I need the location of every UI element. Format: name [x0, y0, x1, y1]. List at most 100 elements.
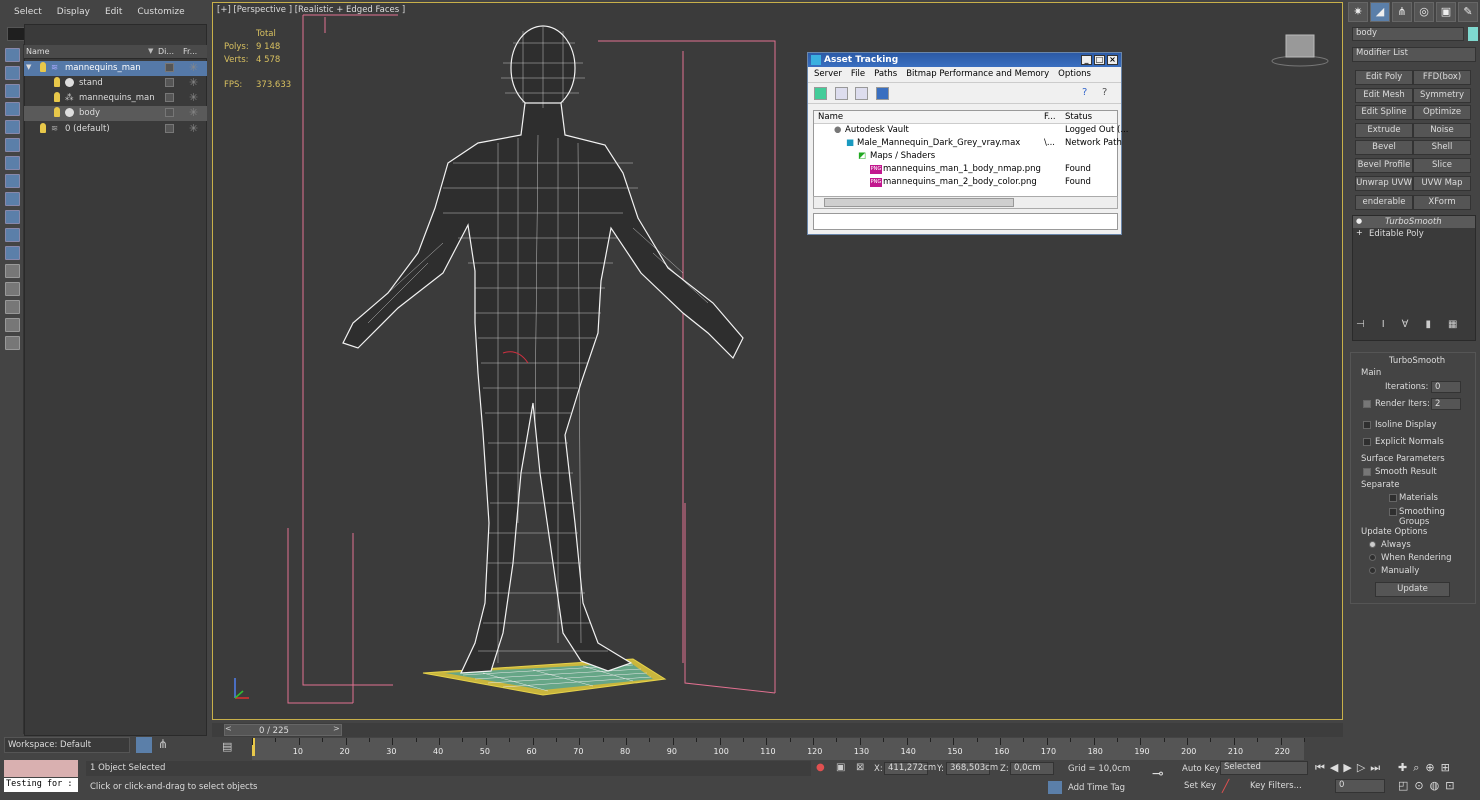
set-key-button[interactable]: Set Key: [1184, 781, 1216, 791]
asset-row[interactable]: ◩ Maps / Shaders: [814, 150, 1117, 163]
render-iters-checkbox[interactable]: [1363, 400, 1371, 408]
lightbulb-icon[interactable]: [40, 62, 46, 72]
asset-row[interactable]: PNG mannequins_man_1_body_nmap.png Found: [814, 163, 1117, 176]
table-icon[interactable]: [855, 87, 868, 100]
asset-row[interactable]: ■ Male_Mannequin_Dark_Grey_vray.max \...…: [814, 137, 1122, 150]
modifier-button[interactable]: Symmetry: [1413, 88, 1471, 103]
isolate-icon[interactable]: ●: [816, 762, 825, 773]
scene-row[interactable]: body ✳: [24, 106, 207, 121]
layer-explorer-icon[interactable]: [136, 737, 152, 753]
workspace-select[interactable]: Workspace: Default: [4, 737, 130, 753]
menu-display[interactable]: Display: [57, 7, 90, 17]
next-frame-icon[interactable]: >: [333, 724, 340, 733]
filter-bones-icon[interactable]: [5, 210, 20, 224]
filter-spacewarps-icon[interactable]: [5, 156, 20, 170]
viewport-nav-icons[interactable]: ◰⊙◍⊡: [1398, 779, 1460, 792]
smoothing-groups-checkbox[interactable]: [1389, 508, 1397, 516]
filter-extra-icon[interactable]: [5, 300, 20, 314]
modifier-button[interactable]: Shell: [1413, 140, 1471, 155]
filter-containers-icon[interactable]: [5, 228, 20, 242]
hierarchy-icon[interactable]: ⋔: [158, 737, 174, 753]
maximize-icon[interactable]: □: [1094, 55, 1105, 65]
curve-editor-icon[interactable]: ▤: [222, 740, 236, 754]
object-name-input[interactable]: body: [1352, 27, 1464, 41]
maxscript-input[interactable]: Testing for :: [4, 778, 78, 792]
asset-row[interactable]: PNG mannequins_man_2_body_color.png Foun…: [814, 176, 1117, 189]
modifier-list-select[interactable]: Modifier List: [1352, 47, 1476, 62]
help-icon[interactable]: ?: [1082, 87, 1095, 100]
menu-customize[interactable]: Customize: [137, 7, 184, 17]
lightbulb-icon[interactable]: [54, 77, 60, 87]
menu-file[interactable]: File: [851, 67, 865, 82]
modifier-button[interactable]: Extrude: [1355, 123, 1413, 138]
perspective-viewport[interactable]: [+] [Perspective ] [Realistic + Edged Fa…: [212, 2, 1343, 720]
col-status[interactable]: Status: [1065, 112, 1092, 122]
modifier-button[interactable]: Noise: [1413, 123, 1471, 138]
expand-icon[interactable]: +: [1356, 228, 1363, 237]
filter-groups-icon[interactable]: [5, 174, 20, 188]
smooth-result-checkbox[interactable]: [1363, 468, 1371, 476]
make-unique-icon[interactable]: ∀: [1402, 319, 1426, 330]
listener-pink[interactable]: [4, 760, 78, 777]
manually-radio[interactable]: [1369, 567, 1376, 574]
dialog-title-bar[interactable]: Asset Tracking _ □ ×: [808, 53, 1121, 67]
current-frame-input[interactable]: 0: [1335, 779, 1385, 793]
filter-xrefs-icon[interactable]: [5, 192, 20, 206]
layer-filter-icon[interactable]: [5, 336, 20, 350]
navigation-controls[interactable]: ✚⌕⊕⊞: [1398, 761, 1456, 775]
motion-tab-icon[interactable]: ◎: [1414, 2, 1434, 22]
lightbulb-icon[interactable]: [54, 107, 60, 117]
key-filters-button[interactable]: Key Filters...: [1250, 781, 1302, 791]
transform-mode-icon[interactable]: ⊠: [856, 762, 864, 773]
playback-controls[interactable]: ⏮◀▶▷⏭: [1315, 761, 1385, 775]
always-radio[interactable]: [1369, 541, 1376, 548]
y-coordinate[interactable]: 368,503cm: [946, 762, 998, 775]
prev-frame-icon[interactable]: <: [225, 724, 232, 733]
scene-row[interactable]: ▼ ≋ mannequins_man ✳: [24, 61, 207, 76]
modifier-button[interactable]: Edit Mesh: [1355, 88, 1413, 103]
col-freeze[interactable]: Fr...: [183, 47, 197, 56]
filter-lights-icon[interactable]: [5, 102, 20, 116]
time-slider-thumb[interactable]: < 0 / 225 >: [224, 724, 342, 736]
configure-sets-icon[interactable]: ▦: [1448, 319, 1474, 330]
modifier-button[interactable]: Edit Poly: [1355, 70, 1413, 85]
modifier-button[interactable]: Optimize: [1413, 105, 1471, 120]
iterations-spinner[interactable]: 0: [1431, 381, 1461, 393]
modifier-button[interactable]: Bevel Profile: [1355, 158, 1413, 173]
modifier-button[interactable]: XForm: [1413, 195, 1471, 210]
freeze-icon[interactable]: ✳: [189, 76, 198, 89]
filter-geometry-icon[interactable]: [5, 66, 20, 80]
isoline-checkbox[interactable]: [1363, 421, 1371, 429]
filter-frozen-icon[interactable]: [5, 246, 20, 260]
filter-hidden-icon[interactable]: [5, 264, 20, 278]
explicit-normals-checkbox[interactable]: [1363, 438, 1371, 446]
object-color-swatch[interactable]: [1468, 27, 1478, 41]
key-icon[interactable]: ⊸: [1152, 766, 1164, 782]
lightbulb-icon[interactable]: ●: [1356, 217, 1362, 225]
render-iters-spinner[interactable]: 2: [1431, 398, 1461, 410]
modifier-button[interactable]: Slice: [1413, 158, 1471, 173]
menu-options[interactable]: Options: [1058, 67, 1091, 82]
lock-icon[interactable]: ▣: [836, 762, 845, 773]
display-icon[interactable]: [165, 93, 174, 102]
menu-paths[interactable]: Paths: [874, 67, 897, 82]
refresh-icon[interactable]: [814, 87, 827, 100]
col-name[interactable]: Name: [26, 47, 50, 56]
close-icon[interactable]: ×: [1107, 55, 1118, 65]
utilities-tab-icon[interactable]: ✎: [1458, 2, 1478, 22]
modifier-button[interactable]: Unwrap UVW: [1355, 176, 1413, 191]
filter-last-icon[interactable]: [5, 282, 20, 296]
display-tab-icon[interactable]: ▣: [1436, 2, 1456, 22]
time-slider[interactable]: < 0 / 225 >: [212, 723, 1343, 737]
update-button[interactable]: Update: [1375, 582, 1450, 597]
modifier-button[interactable]: enderable Splin: [1355, 195, 1413, 210]
show-end-result-icon[interactable]: I: [1382, 319, 1402, 330]
menu-server[interactable]: Server: [814, 67, 842, 82]
asset-row[interactable]: ● Autodesk Vault Logged Out (...: [814, 124, 1128, 137]
modifier-button[interactable]: Bevel: [1355, 140, 1413, 155]
scene-row[interactable]: ⁂ mannequins_man ✳: [24, 91, 207, 106]
lightbulb-icon[interactable]: [40, 123, 46, 133]
time-tag-icon[interactable]: [1048, 781, 1062, 794]
remove-modifier-icon[interactable]: ▮: [1426, 319, 1449, 330]
auto-key-button[interactable]: Auto Key: [1182, 764, 1220, 774]
